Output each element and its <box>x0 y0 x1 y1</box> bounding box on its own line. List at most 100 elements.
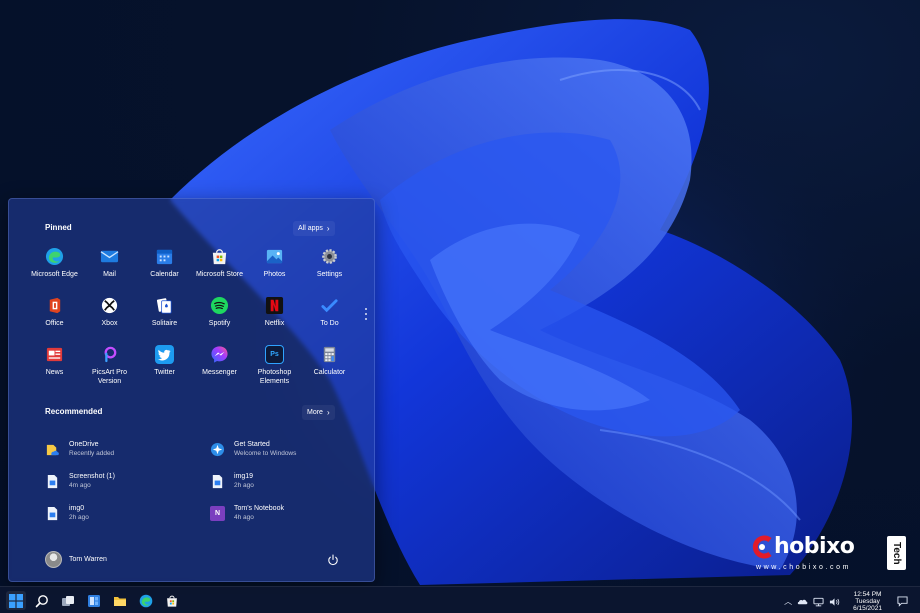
app-label: PicsArt Pro Version <box>91 369 127 385</box>
app-label: Solitaire <box>151 320 178 327</box>
chevron-up-icon[interactable]: ︿ <box>784 596 792 607</box>
pinned-app-calendar[interactable]: Calendar <box>137 247 192 296</box>
clock-date: 6/15/2021 <box>853 605 882 612</box>
watermark-c-icon <box>752 535 772 558</box>
file-explorer-button[interactable] <box>110 591 130 610</box>
taskbar-apps <box>6 591 182 610</box>
pinned-app-office[interactable]: Office <box>27 296 82 345</box>
photos-icon <box>265 247 284 266</box>
xbox-icon <box>100 296 119 315</box>
pinned-app-photos[interactable]: Photos <box>247 247 302 296</box>
app-label: Microsoft Store <box>195 271 244 278</box>
onenote-glyph: N <box>214 509 221 517</box>
pinned-app-solitaire[interactable]: Solitaire <box>137 296 192 345</box>
recommended-item-img0[interactable]: img0 2h ago <box>45 497 210 529</box>
app-label: Settings <box>316 271 343 278</box>
todo-icon <box>320 296 339 315</box>
pinned-app-news[interactable]: News <box>27 345 82 394</box>
rec-item-subtitle: 4h ago <box>234 514 254 521</box>
pinned-app-picsart[interactable]: PicsArt Pro Version <box>82 345 137 394</box>
gear-icon <box>320 247 339 266</box>
app-label: Spotify <box>208 320 231 327</box>
solitaire-icon <box>155 296 174 315</box>
pinned-app-store[interactable]: Microsoft Store <box>192 247 247 296</box>
rec-item-subtitle: 2h ago <box>234 482 254 489</box>
page-dot <box>365 308 367 310</box>
onedrive-cloud-icon[interactable] <box>797 597 808 606</box>
pinned-app-calculator[interactable]: Calculator <box>302 345 357 394</box>
network-icon[interactable] <box>813 597 824 607</box>
watermark-brand: hobixo <box>774 534 855 559</box>
clock[interactable]: 12:54 PM Tuesday 6/15/2021 <box>853 591 882 612</box>
pinned-app-messenger[interactable]: Messenger <box>192 345 247 394</box>
app-label: Microsoft Edge <box>31 271 78 278</box>
pinned-page-indicator[interactable] <box>365 308 367 320</box>
pinned-apps-grid: Microsoft Edge Mail Calendar Microsoft S… <box>27 247 357 394</box>
app-label: News <box>45 369 64 376</box>
rec-item-name: Get Started <box>234 441 270 448</box>
pinned-app-settings[interactable]: Settings <box>302 247 357 296</box>
windows-start-icon <box>9 593 23 608</box>
photoshop-glyph: Ps <box>270 351 279 358</box>
clock-time: 12:54 PM <box>853 591 882 598</box>
page-dot <box>365 313 367 315</box>
recommended-item-notebook[interactable]: N Tom's Notebook 4h ago <box>210 497 365 529</box>
pinned-app-edge[interactable]: Microsoft Edge <box>27 247 82 296</box>
more-button[interactable]: More › <box>302 405 335 420</box>
page-dot <box>365 318 367 320</box>
notification-icon[interactable] <box>897 596 908 607</box>
pinned-app-twitter[interactable]: Twitter <box>137 345 192 394</box>
widgets-icon <box>88 594 100 607</box>
pinned-app-photoshop-elements[interactable]: Ps Photoshop Elements <box>247 345 302 394</box>
edge-icon <box>45 247 64 266</box>
recommended-item-screenshot[interactable]: Screenshot (1) 4m ago <box>45 465 210 497</box>
rec-item-name: OneDrive <box>69 441 99 448</box>
edge-taskbar-button[interactable] <box>136 591 156 610</box>
office-icon <box>45 296 64 315</box>
recommended-item-onedrive[interactable]: OneDrive Recently added <box>45 433 210 465</box>
spotify-icon <box>210 296 229 315</box>
messenger-icon <box>210 345 229 364</box>
get-started-icon <box>210 442 225 457</box>
photoshop-icon: Ps <box>265 345 284 364</box>
calculator-icon <box>320 345 339 364</box>
recommended-item-img19[interactable]: img19 2h ago <box>210 465 365 497</box>
app-label: Netflix <box>264 320 285 327</box>
search-button[interactable] <box>32 591 52 610</box>
app-label: Mail <box>103 271 116 278</box>
rec-item-name: Screenshot (1) <box>69 473 115 480</box>
watermark-url: www.chobixo.com <box>756 564 852 571</box>
chevron-right-icon: › <box>326 224 330 233</box>
volume-icon[interactable] <box>829 597 840 607</box>
pinned-app-todo[interactable]: To Do <box>302 296 357 345</box>
pinned-app-xbox[interactable]: Xbox <box>82 296 137 345</box>
recommended-item-get-started[interactable]: Get Started Welcome to Windows <box>210 433 365 465</box>
store-taskbar-button[interactable] <box>162 591 182 610</box>
app-label: Calculator <box>313 369 346 376</box>
app-label: Twitter <box>154 369 175 376</box>
app-label: Xbox <box>101 320 118 327</box>
mail-icon <box>100 247 119 266</box>
all-apps-label: All apps <box>298 225 323 232</box>
watermark-tag: Tech <box>887 536 906 570</box>
pinned-app-spotify[interactable]: Spotify <box>192 296 247 345</box>
search-icon <box>35 594 48 607</box>
rec-item-subtitle: Recently added <box>69 450 115 457</box>
rec-item-subtitle: Welcome to Windows <box>234 450 297 457</box>
app-label: Office <box>45 320 64 327</box>
user-account-button[interactable]: Tom Warren <box>45 551 107 568</box>
start-button[interactable] <box>6 591 26 610</box>
image-file-icon <box>45 506 60 521</box>
pinned-app-netflix[interactable]: Netflix <box>247 296 302 345</box>
pinned-app-mail[interactable]: Mail <box>82 247 137 296</box>
power-icon[interactable] <box>327 554 339 566</box>
twitter-icon <box>155 345 174 364</box>
calendar-icon <box>155 247 174 266</box>
all-apps-button[interactable]: All apps › <box>293 221 335 236</box>
app-label: Photos <box>263 271 286 278</box>
task-view-button[interactable] <box>58 591 78 610</box>
app-label: Messenger <box>202 369 237 376</box>
widgets-button[interactable] <box>84 591 104 610</box>
watermark-logo: hobixo <box>752 534 855 559</box>
store-icon <box>210 247 229 266</box>
